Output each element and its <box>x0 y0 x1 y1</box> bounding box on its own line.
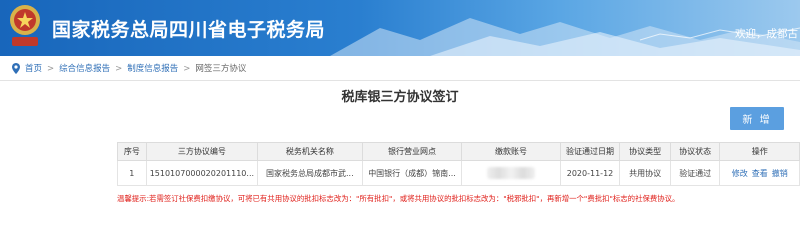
breadcrumb-current: 网签三方协议 <box>195 64 247 74</box>
col-header-type: 协议类型 <box>619 142 671 161</box>
location-pin-icon <box>12 63 20 74</box>
breadcrumb-separator: > <box>47 64 55 74</box>
cell-verify-date: 2020-11-12 <box>559 160 621 186</box>
table-header-row: 序号 三方协议编号 税务机关名称 银行营业网点 缴款账号 验证通过日期 协议类型… <box>117 142 800 161</box>
cell-tax-office: 国家税务总局成都市武... <box>257 160 363 186</box>
col-header-tax-office: 税务机关名称 <box>257 142 363 161</box>
cell-type: 共用协议 <box>619 160 671 186</box>
site-title: 国家税务总局四川省电子税务局 <box>52 19 326 41</box>
col-header-no: 序号 <box>117 142 147 161</box>
app-header: 国家税务总局四川省电子税务局 欢迎，成都古 <box>0 0 800 56</box>
add-button[interactable]: 新 增 <box>730 107 784 130</box>
col-header-verify-date: 验证通过日期 <box>559 142 621 161</box>
col-header-status: 协议状态 <box>669 142 721 161</box>
redacted-account <box>487 167 536 179</box>
table-row: 1 1510107000020201110... 国家税务总局成都市武... 中… <box>117 160 800 186</box>
breadcrumb-report-link[interactable]: 综合信息报告 <box>59 64 110 74</box>
edit-link[interactable]: 修改 <box>732 169 748 178</box>
breadcrumb: 首页 > 综合信息报告 > 制度信息报告 > 网签三方协议 <box>0 58 800 81</box>
warm-tip-text: 温馨提示:若需签订社保费扣缴协议，可将已有共用协议的批扣标志改为："所有批扣"，… <box>117 194 680 203</box>
col-header-actions: 操作 <box>719 142 800 161</box>
welcome-text: 欢迎，成都古 <box>735 28 798 40</box>
cell-no: 1 <box>117 160 147 186</box>
cell-agreement-no: 1510107000020201110... <box>145 160 259 186</box>
cell-actions: 修改 查看 撤销 <box>719 160 800 186</box>
cell-bank-branch: 中国银行（成都）锦南... <box>361 160 463 186</box>
col-header-agreement-no: 三方协议编号 <box>145 142 259 161</box>
breadcrumb-separator: > <box>183 64 191 74</box>
revoke-link[interactable]: 撤销 <box>772 169 788 178</box>
breadcrumb-system-report-link[interactable]: 制度信息报告 <box>127 64 178 74</box>
col-header-bank-branch: 银行营业网点 <box>361 142 463 161</box>
breadcrumb-home-link[interactable]: 首页 <box>25 64 42 74</box>
cell-status: 验证通过 <box>669 160 721 186</box>
col-header-account: 缴款账号 <box>461 142 561 161</box>
page-title: 税库银三方协议签订 <box>341 90 459 105</box>
tax-emblem-icon <box>10 5 40 46</box>
agreement-table: 序号 三方协议编号 税务机关名称 银行营业网点 缴款账号 验证通过日期 协议类型… <box>117 142 800 186</box>
view-link[interactable]: 查看 <box>752 169 768 178</box>
breadcrumb-separator: > <box>115 64 123 74</box>
cell-account <box>461 160 561 186</box>
